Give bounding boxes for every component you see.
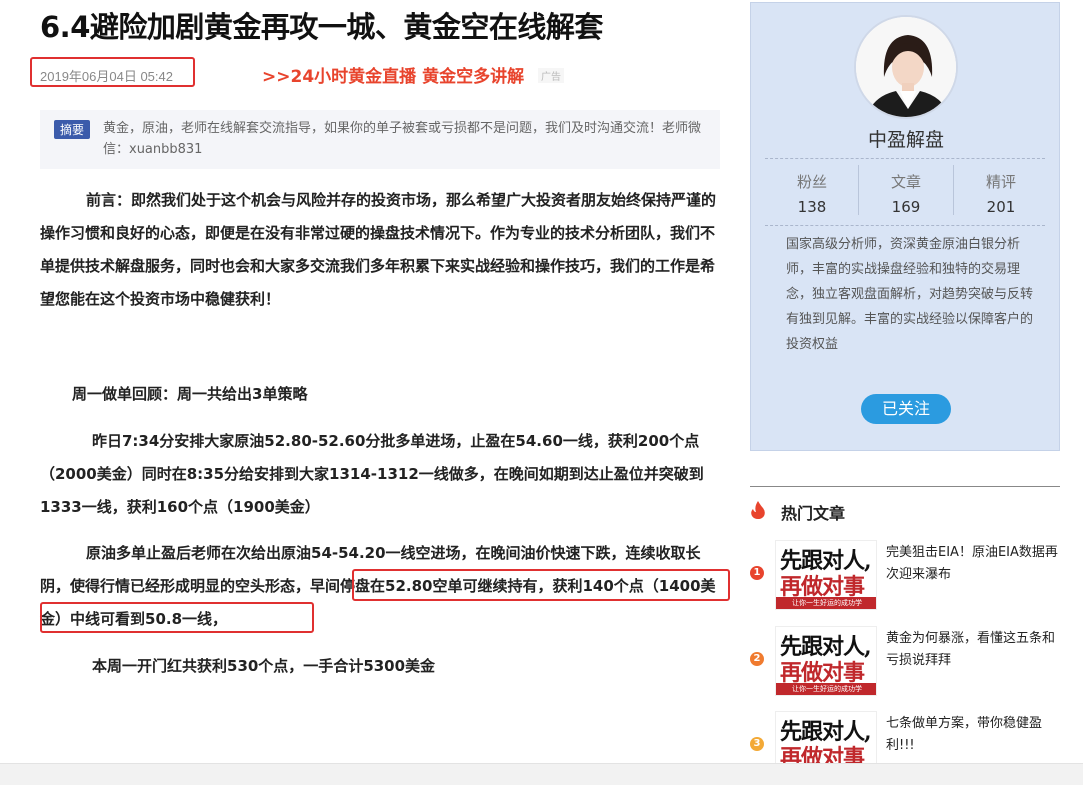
stat-label: 精评 <box>985 173 1016 191</box>
rank-badge: 3 <box>750 737 764 751</box>
article-thumbnail[interactable]: 先跟对人, 再做对事 让你一生好运的成功学 <box>775 626 877 696</box>
stat-reviews: 精评 201 <box>954 171 1048 216</box>
divider <box>765 225 1045 226</box>
highlight-box-1 <box>352 569 730 601</box>
article-paragraph-intro: 前言：即然我们处于这个机会与风险并存的投资市场，那么希望广大投资者朋友始终保持严… <box>40 191 717 308</box>
stat-label: 文章 <box>890 173 921 191</box>
article-summary: 摘要 黄金，原油，老师在线解套交流指导，如果你的单子被套或亏损都不是问题，我们及… <box>40 110 720 169</box>
hot-article-link[interactable]: 七条做单方案，带你稳健盈利!!! <box>886 713 1062 757</box>
rank-badge: 1 <box>750 566 764 580</box>
author-description: 国家高级分析师，资深黄金原油白银分析师，丰富的实战操盘经验和独特的交易理念，独立… <box>786 237 1034 352</box>
rank-badge: 2 <box>750 652 764 666</box>
thumb-banner: 让你一生好运的成功学 <box>776 597 876 609</box>
hot-article-link[interactable]: 完美狙击EIA！原油EIA数据再次迎来瀑布 <box>886 542 1062 586</box>
summary-text: 黄金，原油，老师在线解套交流指导，如果你的单子被套或亏损都不是问题，我们及时沟通… <box>103 121 702 157</box>
summary-label: 摘要 <box>54 120 91 139</box>
article-paragraph-review: 周一做单回顾：周一共给出3单策略 <box>72 385 308 403</box>
thumb-banner: 让你一生好运的成功学 <box>776 683 876 695</box>
article-paragraph-yesterday: 昨日7:34分安排大家原油52.80-52.60分批多单进场，止盈在54.60一… <box>40 432 704 516</box>
stat-label: 粉丝 <box>796 173 827 191</box>
stat-fans: 粉丝 138 <box>765 171 859 216</box>
stat-value: 201 <box>986 198 1016 216</box>
hot-article-link[interactable]: 黄金为何暴涨，看懂这五条和亏损说拜拜 <box>886 628 1062 672</box>
article-paragraph-total: 本周一开门红共获利530个点，一手合计5300美金 <box>92 657 436 675</box>
bottom-bar <box>0 763 1083 785</box>
author-profile-card: 中盈解盘 粉丝 138 文章 169 精评 201 国家高级分析师，资深黄金原油… <box>750 2 1060 451</box>
hot-articles-title: 热门文章 <box>781 504 846 523</box>
ad-tag: 广告 <box>538 68 564 83</box>
article-thumbnail[interactable]: 先跟对人, 再做对事 让你一生好运的成功学 <box>775 540 877 610</box>
hot-divider <box>750 486 1060 487</box>
article-title: 6.4避险加剧黄金再攻一城、黄金空在线解套 <box>40 10 603 44</box>
stat-articles: 文章 169 <box>859 171 953 216</box>
fire-icon <box>750 501 766 519</box>
hot-article-item[interactable]: 1 先跟对人, 再做对事 让你一生好运的成功学 完美狙击EIA！原油EIA数据再… <box>750 540 1060 614</box>
author-name[interactable]: 中盈解盘 <box>751 125 1061 152</box>
hot-article-item[interactable]: 2 先跟对人, 再做对事 让你一生好运的成功学 黄金为何暴涨，看懂这五条和亏损说… <box>750 626 1060 700</box>
ad-link[interactable]: >>24小时黄金直播 黄金空多讲解 <box>262 62 524 87</box>
avatar[interactable] <box>854 15 958 119</box>
article-date: 2019年06月04日 05:42 <box>40 69 173 84</box>
follow-button[interactable]: 已关注 <box>861 394 951 424</box>
divider <box>765 158 1045 159</box>
stat-value: 138 <box>797 198 827 216</box>
highlight-box-2 <box>40 602 314 633</box>
stat-value: 169 <box>891 198 921 216</box>
